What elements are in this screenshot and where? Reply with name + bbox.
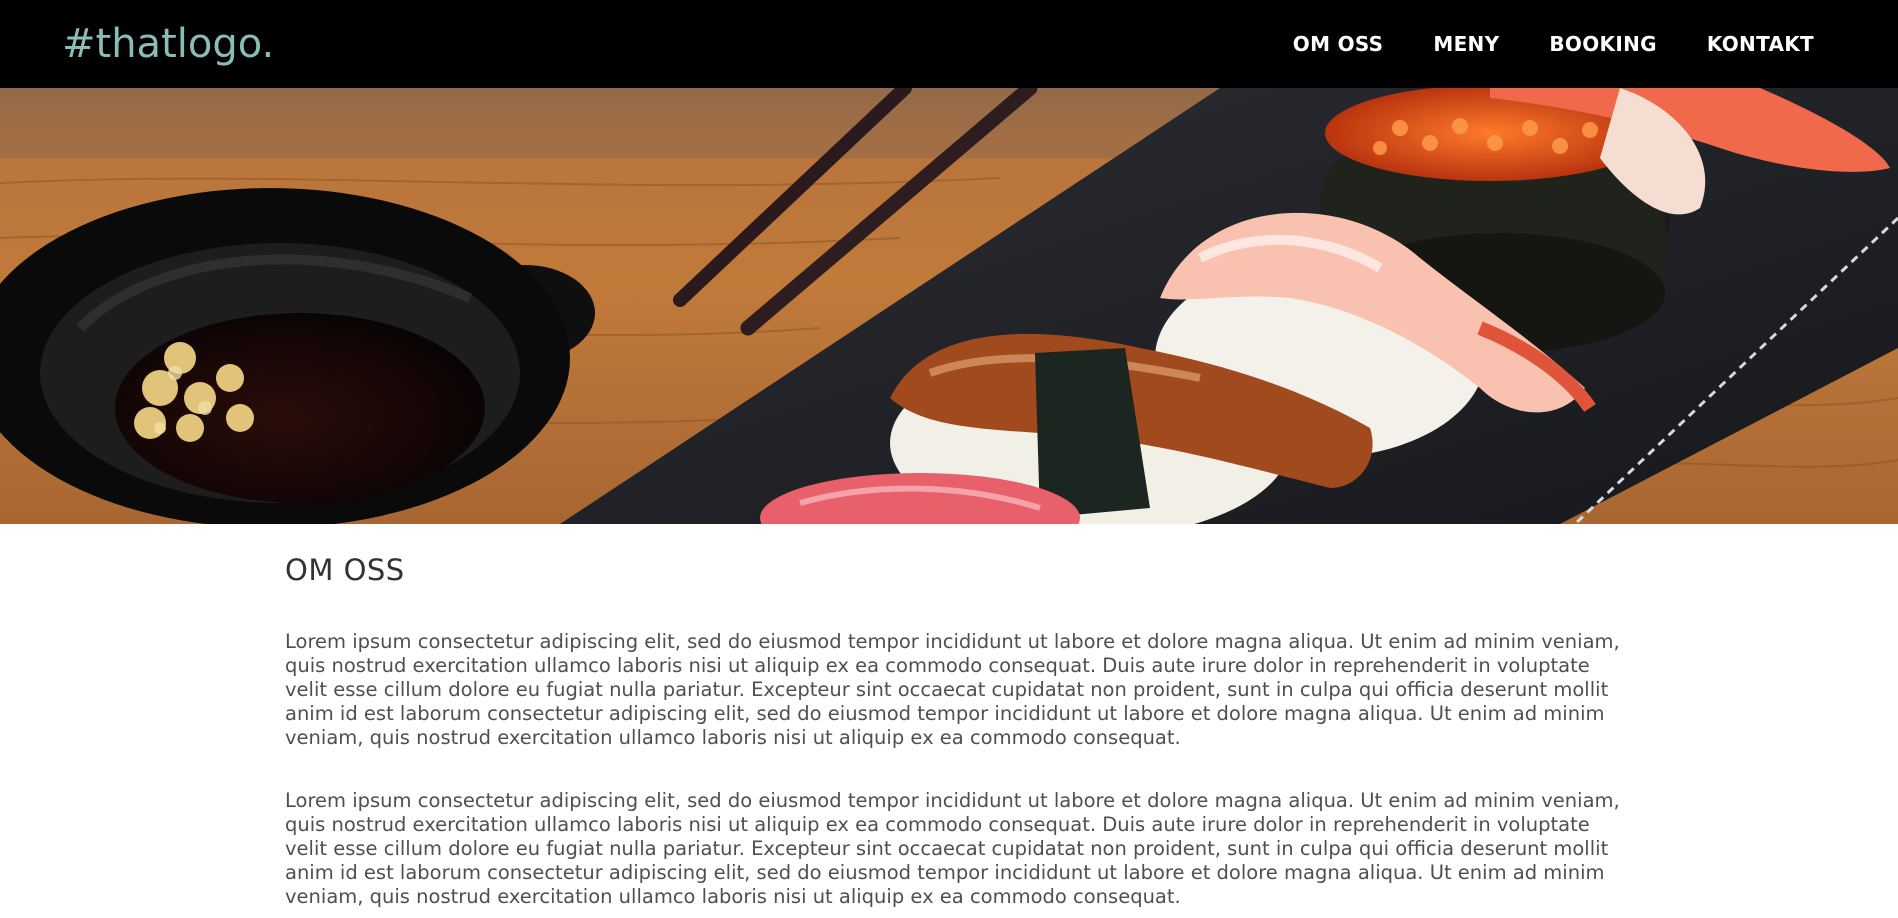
section-title: OM OSS [285,553,405,587]
nav-item-meny[interactable]: MENY [1433,32,1499,56]
site-logo[interactable]: #thatlogo. [62,20,274,68]
nav-item-om-oss[interactable]: OM OSS [1293,32,1384,56]
main-nav: OM OSS MENY BOOKING KONTAKT [1243,0,1814,88]
hero-banner [0,88,1898,524]
hero-sushi-image [0,88,1898,524]
site-header: #thatlogo. OM OSS MENY BOOKING KONTAKT [0,0,1898,88]
about-section: OM OSS Lorem ipsum consectetur adipiscin… [285,524,1625,909]
about-paragraph-2: Lorem ipsum consectetur adipiscing elit,… [285,789,1620,908]
nav-item-kontakt[interactable]: KONTAKT [1707,32,1814,56]
nav-item-booking[interactable]: BOOKING [1549,32,1656,56]
about-paragraph-1: Lorem ipsum consectetur adipiscing elit,… [285,630,1620,749]
